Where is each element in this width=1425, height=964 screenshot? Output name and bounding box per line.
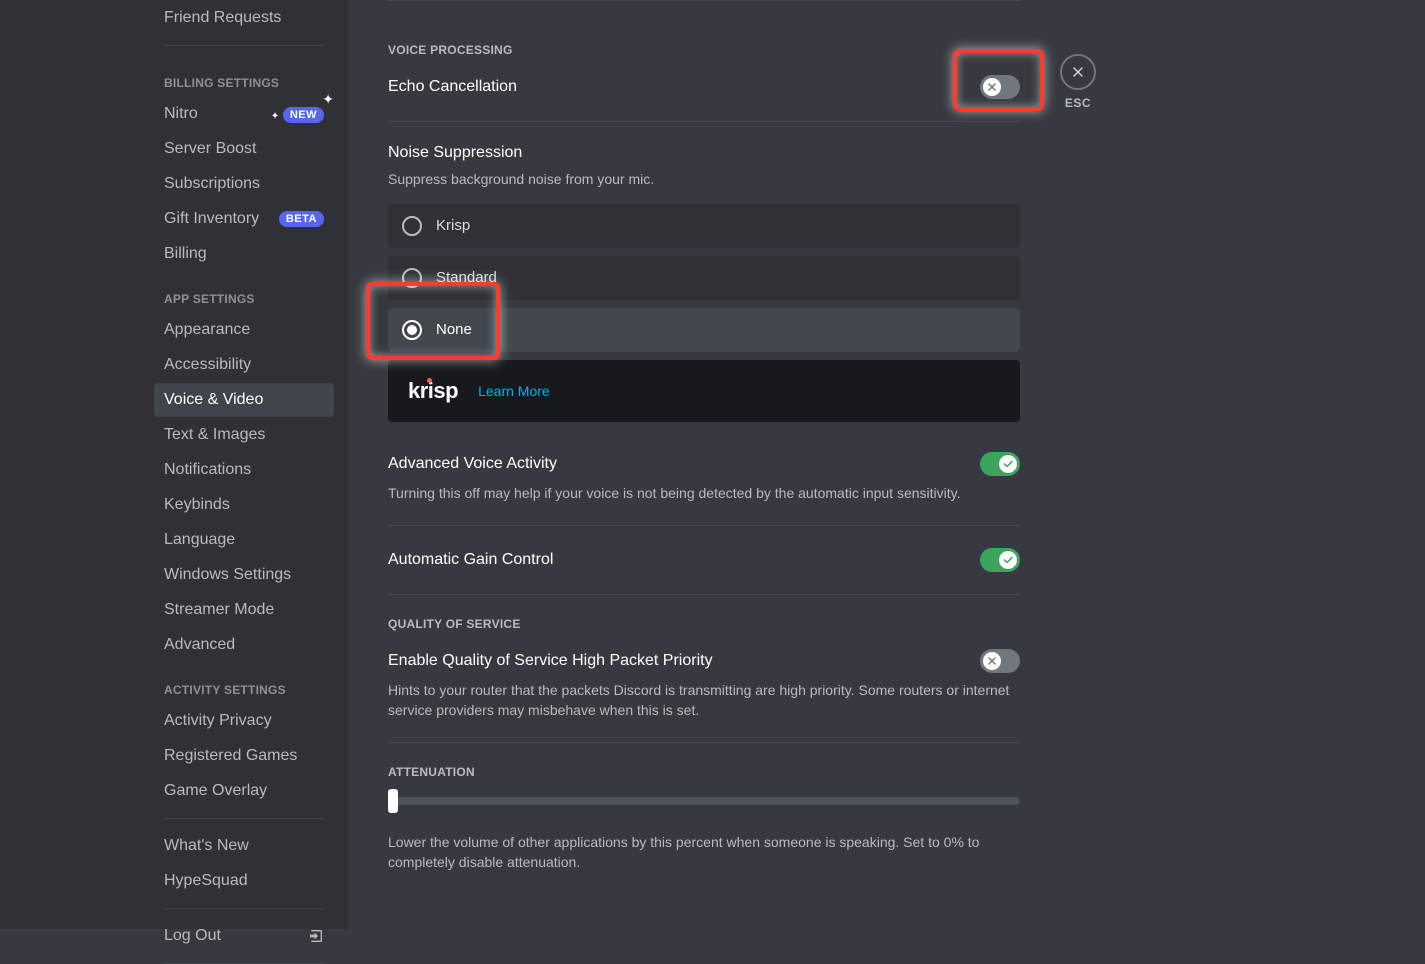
sidebar-heading-billing: BILLING SETTINGS [154, 56, 334, 96]
sidebar-item-label: Log Out [164, 927, 221, 945]
attenuation-slider[interactable] [388, 797, 1020, 805]
noise-option-krisp[interactable]: Krisp [388, 204, 1020, 248]
radio-icon [402, 320, 422, 340]
x-icon [986, 655, 998, 667]
radio-icon [402, 216, 422, 236]
sidebar-item-label: Registered Games [164, 747, 297, 765]
sidebar-item-server-boost[interactable]: Server Boost [154, 132, 334, 166]
sidebar-item-label: Streamer Mode [164, 601, 274, 619]
sidebar-item-label: Server Boost [164, 140, 256, 158]
radio-label: None [436, 321, 472, 338]
sidebar-heading-app: APP SETTINGS [154, 272, 334, 312]
section-heading-voice-processing: VOICE PROCESSING [388, 43, 1020, 57]
sidebar-item-friend-requests[interactable]: Friend Requests [154, 1, 334, 35]
radio-label: Krisp [436, 217, 470, 234]
sidebar-item-nitro[interactable]: Nitro NEW ✦ ✦ [154, 97, 334, 131]
sidebar-item-label: Advanced [164, 636, 235, 654]
sidebar-item-label: Language [164, 531, 235, 549]
automatic-gain-control-label: Automatic Gain Control [388, 551, 553, 569]
logout-icon [308, 928, 324, 944]
sidebar-item-notifications[interactable]: Notifications [154, 453, 334, 487]
noise-option-standard[interactable]: Standard [388, 256, 1020, 300]
attenuation-desc: Lower the volume of other applications b… [388, 833, 1020, 872]
sidebar-item-label: Keybinds [164, 496, 230, 514]
sidebar-item-accessibility[interactable]: Accessibility [154, 348, 334, 382]
check-icon [1002, 554, 1014, 566]
advanced-voice-activity-toggle[interactable] [980, 452, 1020, 476]
sidebar-separator [164, 818, 324, 819]
esc-label: ESC [1060, 96, 1096, 110]
sidebar-item-label: Appearance [164, 321, 250, 339]
badge-new: NEW [283, 107, 324, 123]
toggle-knob [999, 551, 1017, 569]
sidebar-item-subscriptions[interactable]: Subscriptions [154, 167, 334, 201]
sidebar-item-label: Windows Settings [164, 566, 291, 584]
sidebar-item-keybinds[interactable]: Keybinds [154, 488, 334, 522]
sidebar-item-label: HypeSquad [164, 872, 248, 890]
advanced-voice-activity-desc: Turning this off may help if your voice … [388, 484, 1020, 504]
sidebar-item-label: Billing [164, 245, 207, 263]
sidebar-item-label: Gift Inventory [164, 210, 259, 228]
settings-main: VOICE PROCESSING Echo Cancellation Noise… [348, 0, 1425, 929]
qos-desc: Hints to your router that the packets Di… [388, 681, 1020, 720]
toggle-knob [999, 455, 1017, 473]
noise-option-none[interactable]: None [388, 308, 1020, 352]
sidebar-item-game-overlay[interactable]: Game Overlay [154, 774, 334, 808]
section-heading-attenuation: ATTENUATION [388, 765, 1020, 779]
qos-toggle[interactable] [980, 649, 1020, 673]
toggle-knob [983, 652, 1001, 670]
close-settings: ESC [1060, 54, 1096, 110]
settings-sidebar: Friend Requests BILLING SETTINGS Nitro N… [0, 0, 348, 929]
sidebar-item-label: What's New [164, 837, 249, 855]
echo-cancellation-label: Echo Cancellation [388, 78, 517, 96]
sidebar-item-label: Activity Privacy [164, 712, 272, 730]
echo-cancellation-toggle[interactable] [980, 75, 1020, 99]
sidebar-item-label: Friend Requests [164, 9, 281, 27]
sidebar-item-windows-settings[interactable]: Windows Settings [154, 558, 334, 592]
badge-beta: BETA [279, 211, 324, 227]
x-icon [986, 81, 998, 93]
noise-suppression-desc: Suppress background noise from your mic. [388, 170, 1020, 190]
radio-icon [402, 268, 422, 288]
qos-label: Enable Quality of Service High Packet Pr… [388, 652, 713, 670]
check-icon [1002, 458, 1014, 470]
advanced-voice-activity-label: Advanced Voice Activity [388, 455, 557, 473]
close-icon [1070, 64, 1086, 80]
sidebar-item-registered-games[interactable]: Registered Games [154, 739, 334, 773]
sidebar-item-text-images[interactable]: Text & Images [154, 418, 334, 452]
krisp-info-banner: krisp Learn More [388, 360, 1020, 422]
radio-label: Standard [436, 269, 497, 286]
sidebar-item-voice-video[interactable]: Voice & Video [154, 383, 334, 417]
krisp-logo: krisp [408, 378, 458, 404]
sidebar-item-label: Accessibility [164, 356, 251, 374]
sidebar-item-activity-privacy[interactable]: Activity Privacy [154, 704, 334, 738]
sparkle-icon: ✦ [271, 111, 279, 122]
slider-thumb[interactable] [388, 789, 398, 813]
sidebar-separator [164, 45, 324, 46]
sidebar-separator [164, 908, 324, 909]
sidebar-item-whats-new[interactable]: What's New [154, 829, 334, 863]
section-heading-qos: QUALITY OF SERVICE [388, 617, 1020, 631]
sidebar-item-gift-inventory[interactable]: Gift Inventory BETA [154, 202, 334, 236]
sidebar-item-streamer-mode[interactable]: Streamer Mode [154, 593, 334, 627]
sidebar-item-advanced[interactable]: Advanced [154, 628, 334, 662]
sidebar-item-label: Nitro [164, 105, 198, 123]
sidebar-item-label: Voice & Video [164, 391, 263, 409]
noise-suppression-label: Noise Suppression [388, 144, 1020, 162]
sidebar-item-appearance[interactable]: Appearance [154, 313, 334, 347]
sidebar-item-label: Text & Images [164, 426, 265, 444]
sidebar-item-label: Subscriptions [164, 175, 260, 193]
sparkle-icon: ✦ [322, 91, 334, 108]
sidebar-item-label: Game Overlay [164, 782, 267, 800]
automatic-gain-control-toggle[interactable] [980, 548, 1020, 572]
sidebar-heading-activity: ACTIVITY SETTINGS [154, 663, 334, 703]
sidebar-item-language[interactable]: Language [154, 523, 334, 557]
sidebar-item-hypesquad[interactable]: HypeSquad [154, 864, 334, 898]
sidebar-item-label: Notifications [164, 461, 251, 479]
toggle-knob [983, 78, 1001, 96]
sidebar-item-logout[interactable]: Log Out [154, 919, 334, 953]
close-button[interactable] [1060, 54, 1096, 90]
krisp-learn-more-link[interactable]: Learn More [478, 383, 550, 399]
sidebar-item-billing[interactable]: Billing [154, 237, 334, 271]
